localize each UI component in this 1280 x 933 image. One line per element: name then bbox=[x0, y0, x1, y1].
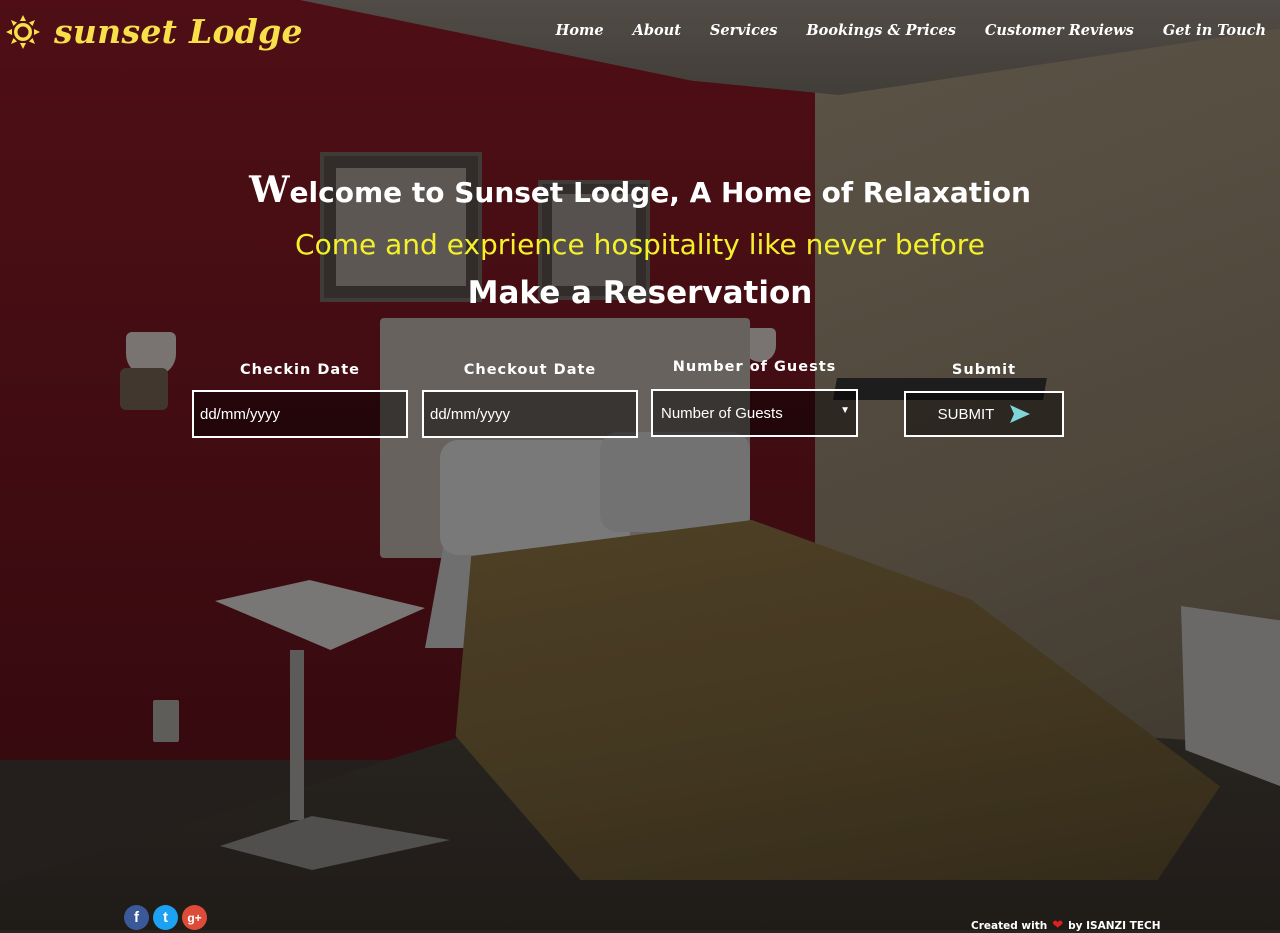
welcome-heading: Welcome to Sunset Lodge, A Home of Relax… bbox=[0, 170, 1280, 213]
reservation-title: Make a Reservation bbox=[467, 275, 813, 311]
welcome-text: elcome to Sunset Lodge, A Home of Relaxa… bbox=[289, 176, 1031, 209]
sun-icon bbox=[6, 15, 40, 49]
brand-name: sunset Lodge bbox=[54, 12, 303, 51]
tagline: Come and exprience hospitality like neve… bbox=[295, 228, 985, 261]
twitter-icon[interactable]: t bbox=[153, 905, 178, 930]
guests-label: Number of Guests bbox=[672, 359, 837, 375]
brand-logo[interactable]: sunset Lodge bbox=[6, 12, 303, 52]
send-icon bbox=[1010, 405, 1031, 423]
nav-customer-reviews[interactable]: Customer Reviews bbox=[985, 22, 1134, 39]
submit-label: Submit bbox=[951, 362, 1017, 378]
checkin-field: Checkin Date bbox=[192, 362, 408, 440]
guests-select[interactable]: Number of Guests ▼ bbox=[651, 389, 858, 437]
nav-bookings-prices[interactable]: Bookings & Prices bbox=[806, 22, 955, 39]
google-plus-icon[interactable]: g+ bbox=[182, 905, 207, 930]
hero-section: Welcome to Sunset Lodge, A Home of Relax… bbox=[0, 170, 1280, 313]
welcome-initial: W bbox=[249, 169, 290, 211]
nav-services[interactable]: Services bbox=[710, 22, 778, 39]
main-nav: Home About Services Bookings & Prices Cu… bbox=[527, 22, 1266, 39]
facebook-icon[interactable]: f bbox=[124, 905, 149, 930]
footer-credit: Created with ❤ by ISANZI TECH bbox=[971, 918, 1161, 933]
checkout-label: Checkout Date bbox=[463, 362, 597, 378]
nav-get-in-touch[interactable]: Get in Touch bbox=[1163, 22, 1266, 39]
checkin-date-input[interactable] bbox=[192, 390, 408, 438]
nav-home[interactable]: Home bbox=[556, 22, 604, 39]
checkout-date-input[interactable] bbox=[422, 390, 638, 438]
nav-about[interactable]: About bbox=[633, 22, 681, 39]
chevron-down-icon: ▼ bbox=[840, 405, 850, 416]
heart-icon: ❤ bbox=[1052, 918, 1064, 933]
submit-button[interactable]: SUBMIT bbox=[904, 391, 1064, 437]
background-photo bbox=[0, 0, 1280, 930]
submit-button-text: SUBMIT bbox=[937, 405, 995, 423]
checkout-field: Checkout Date bbox=[422, 362, 638, 440]
guests-field: Number of Guests Number of Guests ▼ bbox=[651, 359, 858, 439]
submit-field: Submit SUBMIT bbox=[904, 362, 1064, 440]
dark-overlay bbox=[0, 0, 1280, 930]
guests-selected-value: Number of Guests bbox=[661, 404, 783, 422]
social-links: f t g+ bbox=[124, 905, 211, 930]
checkin-label: Checkin Date bbox=[240, 362, 360, 378]
